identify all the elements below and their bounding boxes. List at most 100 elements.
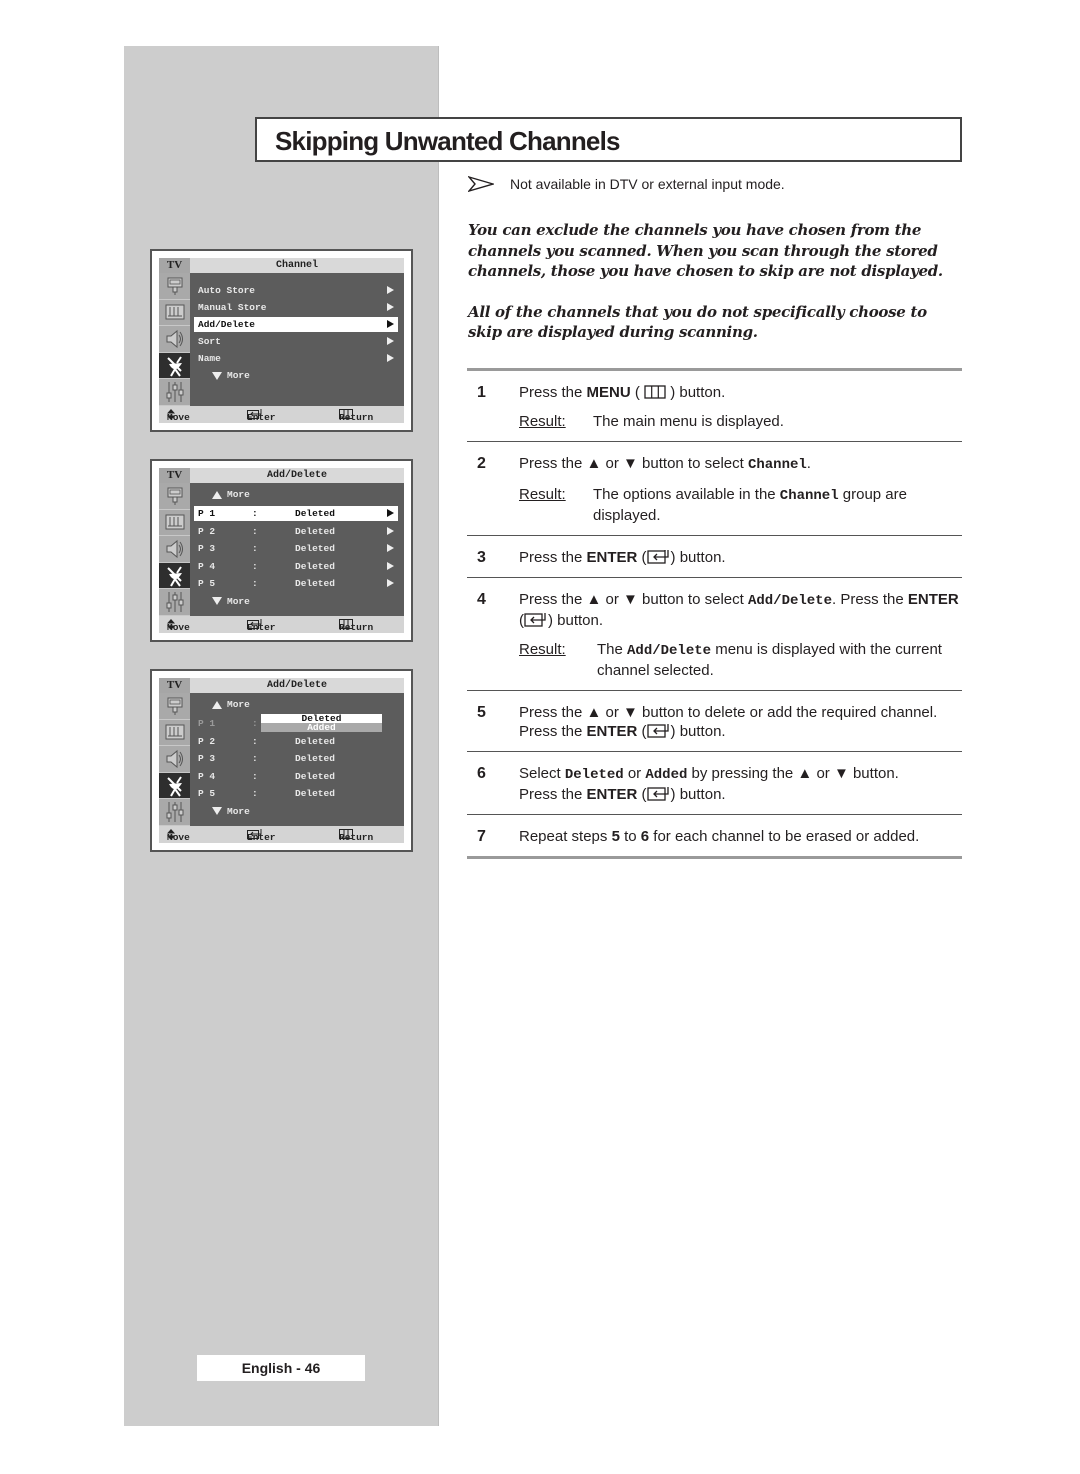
- osd-footer-enter-label: Enter: [247, 832, 276, 843]
- channel-separator: :: [252, 525, 258, 537]
- step-number: 5: [477, 704, 486, 721]
- osd-menu-body: More P 1: Deleted P 2: Deleted P 3: Deleted P 4…: [190, 483, 404, 616]
- result-text-part: The: [597, 641, 628, 658]
- channel-separator: :: [252, 788, 258, 799]
- chevron-right-icon: [387, 579, 394, 587]
- osd-footer-move: Move: [167, 619, 190, 633]
- channel-separator: :: [252, 508, 258, 519]
- intro: You can exclude the channels you have ch…: [468, 220, 958, 363]
- arrow-up-icon: [212, 700, 222, 709]
- osd-footer-move: Move: [167, 829, 190, 843]
- step-6: 6 Select Deleted or Added by pressing th…: [467, 752, 962, 815]
- chevron-right-icon: [387, 320, 394, 328]
- osd-menu-item-label: Sort: [198, 336, 221, 347]
- osd-icon-sidebar: [159, 483, 190, 616]
- step-text: by pressing the ▲ or ▼ button.: [687, 765, 899, 782]
- osd-footer-enter: Enter: [247, 619, 276, 633]
- osd-footer-return-label: Return: [339, 832, 374, 843]
- chevron-right-icon: [387, 286, 394, 294]
- osd-footer-return: Return: [339, 409, 373, 423]
- step-number: 4: [477, 591, 486, 608]
- input-icon[interactable]: [159, 693, 190, 720]
- channel-row[interactable]: P 4: Deleted: [194, 559, 398, 574]
- step-ref: 6: [640, 828, 650, 845]
- osd-menu-item[interactable]: Name: [194, 351, 398, 366]
- osd-more-down[interactable]: More: [212, 368, 250, 383]
- enter-key-label: ENTER: [586, 549, 638, 566]
- steps-list: 1 Press the MENU ( ) button. Result: The…: [467, 368, 962, 859]
- channel-separator: :: [252, 770, 258, 782]
- chevron-right-icon: [387, 509, 394, 517]
- osd-frame: TV Channel Auto Store Manual Store Add/Delet…: [159, 258, 404, 423]
- channel-status: Deleted: [295, 735, 335, 747]
- step-2: 2 Press the ▲ or ▼ button to select Chan…: [467, 442, 962, 536]
- channel-program: P 5: [198, 578, 216, 589]
- osd-more-label: More: [227, 370, 250, 381]
- osd-menu-item[interactable]: Auto Store: [194, 283, 398, 298]
- channel-row[interactable]: P 4: Deleted: [194, 769, 398, 784]
- dropdown-option-added[interactable]: Added: [261, 723, 382, 732]
- chevron-right-icon: [387, 526, 394, 535]
- osd-footer: Move Enter Return: [159, 406, 404, 423]
- picture-icon[interactable]: [159, 509, 190, 537]
- osd-screen-add-delete: TV Add/Delete More P 1: Deleted P 2: Deleted P …: [150, 459, 413, 642]
- menu-icon: [644, 385, 666, 399]
- osd-footer-enter-label: Enter: [247, 622, 276, 633]
- osd-more-down[interactable]: More: [212, 594, 250, 609]
- result-text: The Add/Delete menu is displayed with th…: [597, 640, 962, 680]
- sound-icon[interactable]: [159, 746, 190, 773]
- channel-row[interactable]: P 3: Deleted: [194, 541, 398, 556]
- osd-menu-item[interactable]: Add/Delete: [194, 317, 398, 332]
- channel-row[interactable]: P 3: Deleted: [194, 751, 398, 766]
- step-text: for each channel to be erased or added.: [649, 828, 920, 845]
- osd-menu-item-label: Add/Delete: [198, 319, 256, 330]
- osd-screen-channel-menu: TV Channel Auto Store Manual Store Add/Delet…: [150, 249, 413, 432]
- step-text: Press the ▲ or ▼ button to select: [519, 591, 748, 608]
- step-text: Press the ▲ or ▼ button to delete or add…: [519, 704, 938, 721]
- intro-paragraph: All of the channels that you do not spec…: [468, 302, 927, 342]
- step-text: Press the ▲ or ▼ button to select: [519, 455, 748, 472]
- channel-program: P 3: [198, 753, 216, 764]
- channel-row[interactable]: P 5: Deleted: [194, 786, 398, 801]
- arrow-down-icon: [212, 597, 222, 605]
- osd-more-up[interactable]: More: [212, 697, 250, 712]
- channel-antenna-icon[interactable]: [159, 562, 190, 590]
- channel-antenna-icon[interactable]: [159, 772, 190, 800]
- osd-frame: TV Add/Delete More P 1: Deleted P 2: Deleted P …: [159, 468, 404, 633]
- picture-icon[interactable]: [159, 299, 190, 327]
- channel-separator: :: [252, 543, 258, 554]
- channel-program: P 4: [198, 560, 216, 572]
- osd-footer-move-label: Move: [167, 832, 190, 843]
- osd-more-up[interactable]: More: [212, 487, 250, 502]
- channel-row[interactable]: P 2: Deleted: [194, 734, 398, 749]
- setup-equalizer-icon[interactable]: [159, 379, 190, 406]
- channel-program: P 2: [198, 525, 216, 537]
- setup-equalizer-icon[interactable]: [159, 799, 190, 826]
- sound-icon[interactable]: [159, 536, 190, 563]
- input-icon[interactable]: [159, 483, 190, 510]
- osd-more-label: More: [227, 805, 250, 817]
- osd-menu-item[interactable]: Manual Store: [194, 300, 398, 315]
- osd-more-down[interactable]: More: [212, 804, 250, 819]
- enter-key-label: ENTER: [586, 723, 638, 740]
- page-number: English - 46: [197, 1355, 365, 1381]
- osd-term: Channel: [779, 488, 839, 504]
- step-number: 6: [477, 765, 486, 782]
- intro-paragraph: You can exclude the channels you have ch…: [468, 221, 943, 280]
- status-dropdown[interactable]: Deleted Added: [261, 714, 382, 732]
- step-text: to: [619, 828, 641, 845]
- channel-row[interactable]: P 2: Deleted: [194, 524, 398, 539]
- setup-equalizer-icon[interactable]: [159, 589, 190, 616]
- channel-status: Deleted: [295, 560, 335, 572]
- channel-row[interactable]: P 5: Deleted: [194, 576, 398, 591]
- osd-tv-label: TV: [159, 678, 190, 693]
- sound-icon[interactable]: [159, 326, 190, 353]
- osd-menu-item[interactable]: Sort: [194, 334, 398, 349]
- picture-icon[interactable]: [159, 719, 190, 747]
- osd-footer-return: Return: [339, 619, 373, 633]
- step-text: ) button.: [670, 723, 726, 740]
- input-icon[interactable]: [159, 273, 190, 300]
- channel-row[interactable]: P 1: Deleted: [194, 506, 398, 521]
- enter-icon: [646, 724, 669, 738]
- channel-antenna-icon[interactable]: [159, 352, 190, 380]
